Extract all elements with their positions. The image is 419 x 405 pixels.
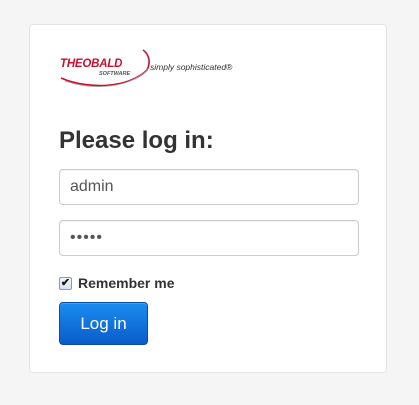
login-button[interactable]: Log in — [59, 302, 148, 345]
checkmark-icon: ✔ — [60, 276, 71, 289]
logo-sub-text: SOFTWARE — [99, 71, 131, 77]
remember-me-label: Remember me — [78, 275, 175, 291]
logo-tagline: simply sophisticated® — [150, 62, 233, 72]
theobald-logo: THEOBALD SOFTWARE simply sophisticated® — [59, 48, 249, 92]
username-input[interactable] — [59, 169, 359, 205]
logo-brand-text: THEOBALD — [60, 58, 123, 70]
login-heading: Please log in: — [59, 127, 214, 154]
remember-me-checkbox[interactable]: ✔ — [59, 276, 72, 290]
remember-me-control[interactable]: ✔ Remember me — [59, 274, 175, 292]
password-input[interactable] — [59, 220, 359, 256]
login-panel: THEOBALD SOFTWARE simply sophisticated® … — [29, 24, 387, 373]
